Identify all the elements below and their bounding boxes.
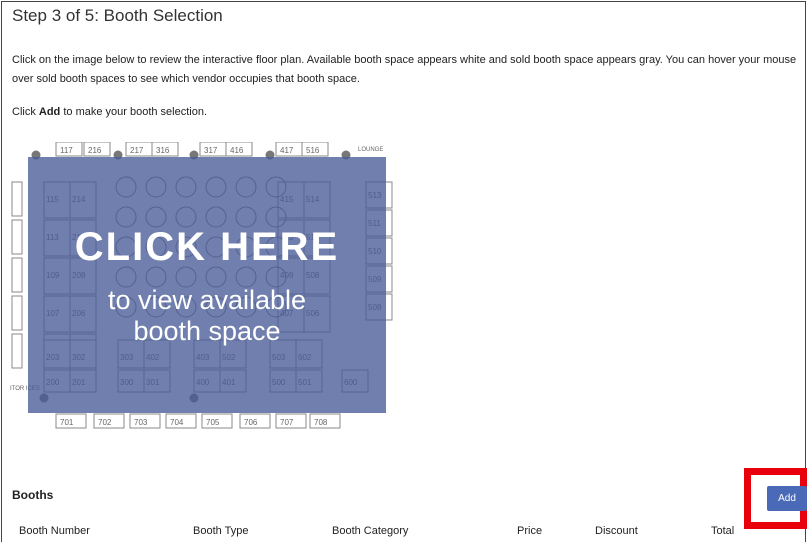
- column-booth-category: Booth Category: [332, 525, 409, 537]
- wall-segment: [11, 333, 23, 369]
- bottom-booth-label: 701: [60, 418, 74, 427]
- column-price: Price: [517, 525, 543, 537]
- click-here-overlay[interactable]: CLICK HERE to view available booth space: [28, 157, 386, 413]
- top-booth-label: 217: [130, 146, 144, 155]
- lounge-label: LOUNGE: [358, 147, 383, 153]
- top-booth-label: 416: [230, 146, 244, 155]
- column-total: Total: [711, 525, 735, 537]
- column-booth-number: Booth Number: [19, 525, 90, 537]
- wall-segment: [11, 181, 23, 217]
- instructions-text: Click on the image below to review the i…: [12, 54, 797, 85]
- top-booth-label: 216: [88, 146, 102, 155]
- step-title: Step 3 of 5: Booth Selection: [12, 6, 223, 25]
- top-booth-label: 516: [306, 146, 320, 155]
- bottom-booth-label: 706: [244, 418, 258, 427]
- bottom-booth-label: 702: [98, 418, 112, 427]
- bottom-booth-label: 703: [134, 418, 148, 427]
- add-keyword: Add: [38, 106, 61, 118]
- booths-heading: Booths: [12, 488, 54, 502]
- add-button[interactable]: Add: [767, 486, 807, 511]
- overlay-subtext: to view available booth space: [107, 285, 307, 346]
- wall-segment: [11, 257, 23, 293]
- top-booth-label: 117: [60, 146, 73, 155]
- column-booth-type: Booth Type: [193, 525, 249, 537]
- bottom-booth-label: 707: [280, 418, 294, 427]
- column-discount: Discount: [595, 525, 638, 537]
- bottom-booth-label: 704: [170, 418, 184, 427]
- add-instruction: Click Add to make your booth selection.: [12, 106, 208, 118]
- top-booth-label: 417: [280, 146, 294, 155]
- wall-segment: [11, 219, 23, 255]
- top-booth-label: 316: [156, 146, 170, 155]
- bottom-booth-label: 708: [314, 418, 328, 427]
- floor-plan-image[interactable]: 117216217316317416417516LOUNGE1152141132…: [8, 142, 398, 432]
- bottom-booth-label: 705: [206, 418, 220, 427]
- overlay-heading: CLICK HERE: [74, 225, 340, 269]
- top-booth-label: 317: [204, 146, 218, 155]
- wall-segment: [11, 295, 23, 331]
